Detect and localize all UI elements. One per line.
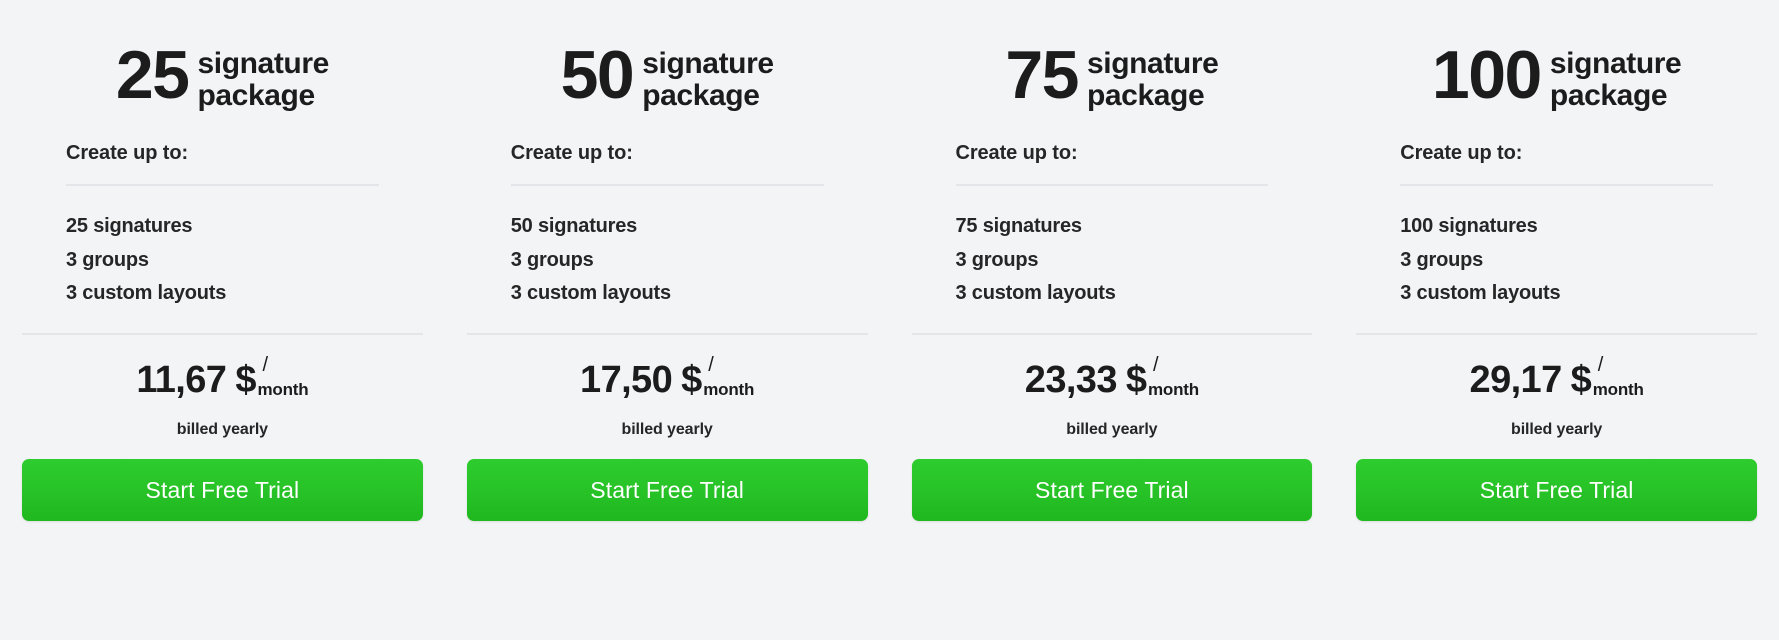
create-up-to-block: Create up to: xyxy=(912,142,1313,187)
feature-item: 3 groups xyxy=(1400,248,1484,271)
price-block: 29,17 $ / month xyxy=(1356,355,1757,402)
feature-item: 3 custom layouts xyxy=(510,281,671,304)
price-period: / month xyxy=(703,355,754,398)
divider-wide xyxy=(466,333,868,336)
price-row: 11,67 $ / month xyxy=(136,355,308,402)
price-row: 23,33 $ / month xyxy=(1024,355,1199,402)
billing-note: billed yearly xyxy=(176,421,268,439)
plan-card-100: 100 signature package Create up to: 100 … xyxy=(1334,0,1779,640)
plan-card-25: 25 signature package Create up to: 25 si… xyxy=(0,0,445,640)
plan-title-line1: signature xyxy=(197,47,329,80)
plan-count: 25 xyxy=(115,37,190,113)
price-period: / month xyxy=(1148,355,1199,398)
feature-item: 3 groups xyxy=(510,248,594,271)
create-up-to-label: Create up to: xyxy=(66,142,189,165)
divider-short xyxy=(510,184,824,187)
price-slash: / xyxy=(1597,354,1604,377)
create-up-to-label: Create up to: xyxy=(1400,142,1523,165)
billing-note: billed yearly xyxy=(1066,421,1158,439)
price-period: / month xyxy=(257,355,308,398)
price-row: 29,17 $ / month xyxy=(1469,355,1644,402)
price-unit: month xyxy=(1592,380,1644,400)
plan-title: signature package xyxy=(197,44,329,113)
plan-heading: 25 signature package xyxy=(22,0,423,112)
divider-short xyxy=(1400,184,1713,187)
divider-wide xyxy=(1356,333,1757,336)
feature-item: 3 groups xyxy=(955,248,1039,271)
create-up-to-block: Create up to: xyxy=(1356,142,1757,187)
plan-title: signature package xyxy=(642,44,774,113)
plan-title: signature package xyxy=(1549,44,1682,113)
feature-item: 50 signatures xyxy=(510,215,638,238)
feature-item: 75 signatures xyxy=(955,215,1083,238)
price-block: 23,33 $ / month xyxy=(912,355,1313,402)
plan-count: 100 xyxy=(1431,37,1542,113)
price-amount: 29,17 xyxy=(1469,359,1563,402)
price-currency: $ xyxy=(681,359,703,402)
price-slash: / xyxy=(262,354,269,377)
feature-list: 100 signatures 3 groups 3 custom layouts xyxy=(1356,210,1757,310)
price-row: 17,50 $ / month xyxy=(580,355,754,402)
price-block: 17,50 $ / month xyxy=(467,355,868,402)
price-amount: 17,50 xyxy=(580,359,673,402)
divider-wide xyxy=(911,333,1313,336)
start-free-trial-button[interactable]: Start Free Trial xyxy=(466,459,868,522)
plan-card-75: 75 signature package Create up to: 75 si… xyxy=(890,0,1335,640)
feature-list: 75 signatures 3 groups 3 custom layouts xyxy=(912,210,1313,310)
cta-wrap: Start Free Trial xyxy=(911,459,1313,522)
price-currency: $ xyxy=(235,359,257,402)
feature-list: 25 signatures 3 groups 3 custom layouts xyxy=(22,210,423,310)
divider-short xyxy=(955,184,1269,187)
create-up-to-label: Create up to: xyxy=(955,142,1078,165)
plan-title: signature package xyxy=(1086,44,1219,113)
price-unit: month xyxy=(703,380,755,400)
price-amount: 23,33 xyxy=(1024,359,1118,402)
cta-wrap: Start Free Trial xyxy=(1356,459,1757,522)
start-free-trial-button[interactable]: Start Free Trial xyxy=(1356,459,1757,522)
divider-wide xyxy=(22,333,423,336)
divider-short xyxy=(66,184,379,187)
create-up-to-label: Create up to: xyxy=(510,142,633,165)
feature-item: 3 custom layouts xyxy=(66,281,227,304)
price-period: / month xyxy=(1593,355,1644,398)
plan-card-50: 50 signature package Create up to: 50 si… xyxy=(445,0,890,640)
plan-count: 50 xyxy=(560,37,635,113)
create-up-to-block: Create up to: xyxy=(22,142,423,187)
plan-heading: 100 signature package xyxy=(1356,0,1757,112)
plan-heading: 50 signature package xyxy=(467,0,868,112)
price-amount: 11,67 xyxy=(136,359,227,402)
price-block: 11,67 $ / month xyxy=(22,355,423,402)
plan-title-line1: signature xyxy=(1086,47,1219,80)
cta-wrap: Start Free Trial xyxy=(466,459,868,522)
plan-title-line1: signature xyxy=(1549,47,1682,80)
feature-item: 100 signatures xyxy=(1400,215,1538,238)
plan-count: 75 xyxy=(1005,37,1079,113)
create-up-to-block: Create up to: xyxy=(467,142,868,187)
start-free-trial-button[interactable]: Start Free Trial xyxy=(911,459,1313,522)
plan-heading: 75 signature package xyxy=(912,0,1313,112)
pricing-plans-grid: 25 signature package Create up to: 25 si… xyxy=(0,0,1779,640)
start-free-trial-button[interactable]: Start Free Trial xyxy=(22,459,423,522)
billing-note: billed yearly xyxy=(1511,421,1603,439)
price-slash: / xyxy=(708,354,714,377)
feature-item: 3 custom layouts xyxy=(1400,281,1561,304)
price-slash: / xyxy=(1153,354,1159,377)
price-unit: month xyxy=(257,380,309,400)
price-currency: $ xyxy=(1125,359,1148,402)
feature-list: 50 signatures 3 groups 3 custom layouts xyxy=(467,210,868,310)
plan-title-line2: package xyxy=(1086,79,1205,113)
billing-note: billed yearly xyxy=(621,421,713,439)
feature-item: 25 signatures xyxy=(66,215,193,238)
cta-wrap: Start Free Trial xyxy=(22,459,423,522)
price-currency: $ xyxy=(1570,359,1592,402)
feature-item: 3 custom layouts xyxy=(955,281,1116,304)
feature-item: 3 groups xyxy=(66,248,149,271)
plan-title-line2: package xyxy=(642,79,760,113)
price-unit: month xyxy=(1148,380,1199,400)
plan-title-line1: signature xyxy=(642,47,774,80)
plan-title-line2: package xyxy=(1549,79,1668,113)
plan-title-line2: package xyxy=(197,79,315,113)
